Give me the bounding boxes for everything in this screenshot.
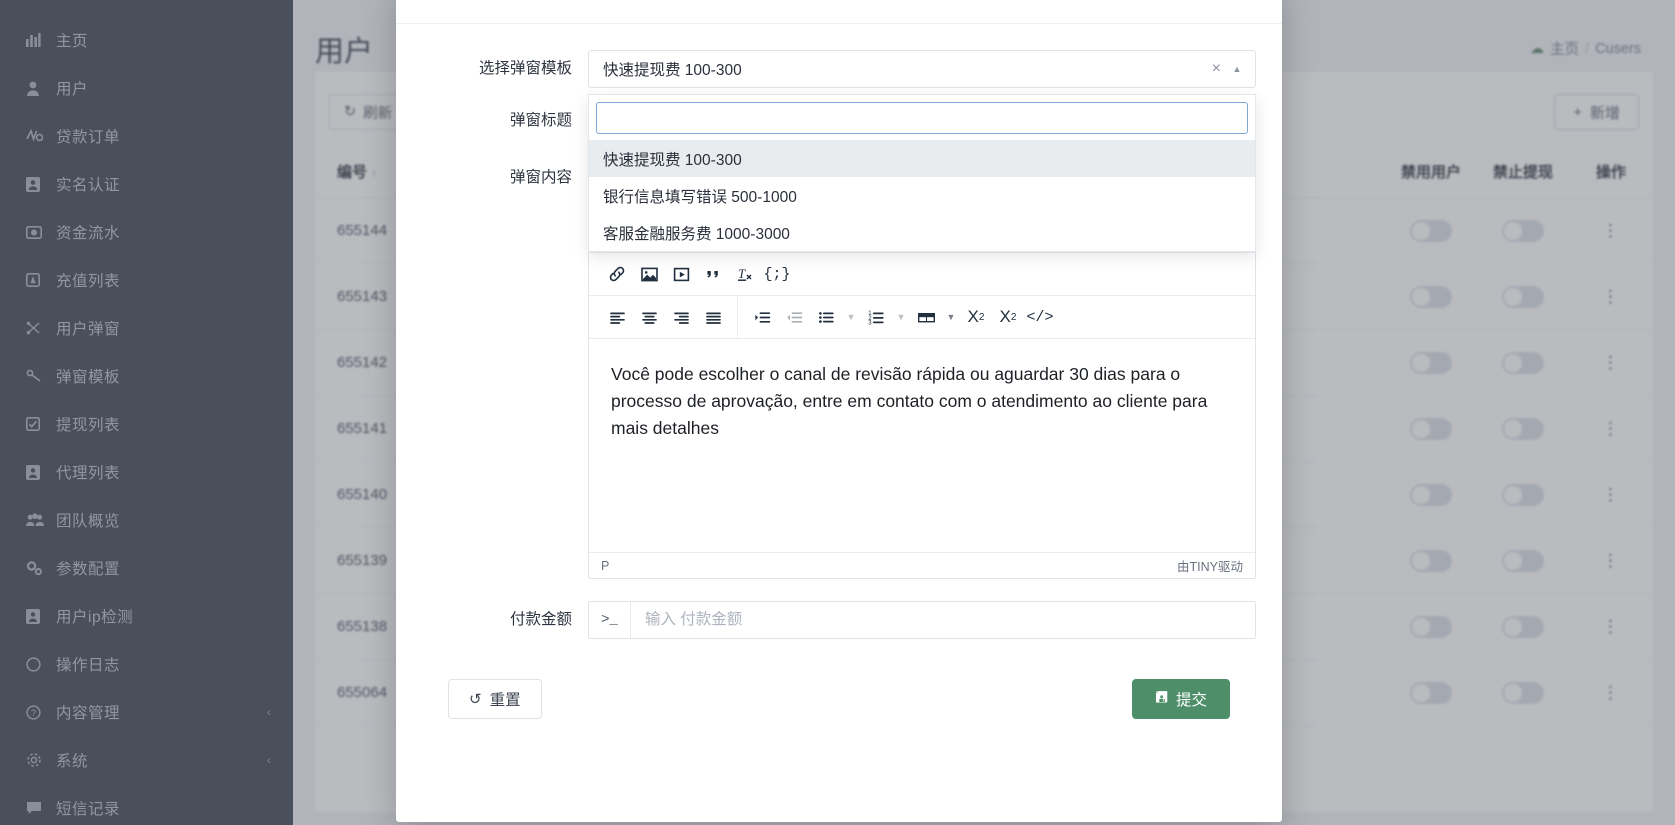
template-search-input[interactable] — [596, 102, 1248, 134]
submit-button[interactable]: 🖪 提交 — [1132, 679, 1230, 719]
insert-media-button[interactable] — [665, 259, 697, 289]
modal-body: 选择弹窗模板 快速提现费 100-300 × ▲ 快速提现费 100-300 银行… — [396, 24, 1282, 719]
submit-label: 提交 — [1175, 692, 1207, 709]
outdent-button[interactable] — [778, 302, 810, 332]
field-row-template: 选择弹窗模板 快速提现费 100-300 × ▲ 快速提现费 100-300 银行… — [422, 50, 1256, 252]
numbered-list-button[interactable]: 123 — [860, 302, 892, 332]
table-button[interactable] — [910, 302, 942, 332]
svg-text:3: 3 — [868, 320, 872, 326]
indent-button[interactable] — [746, 302, 778, 332]
toolbar-row3-filler — [801, 253, 1251, 295]
app-root: 主页 用户 贷款订单 实名认证 资金流水 充值列表 用户弹窗 弹窗模板 提现列表… — [0, 0, 1675, 825]
svg-text:T: T — [738, 266, 746, 281]
source-code-button[interactable]: </> — [1024, 302, 1056, 332]
template-label: 选择弹窗模板 — [478, 60, 572, 77]
save-icon: 🖪 — [1155, 688, 1168, 706]
chevron-up-icon[interactable]: ▲ — [1229, 65, 1245, 74]
template-option[interactable]: 快速提现费 100-300 — [589, 140, 1255, 177]
list-indent-group: ▼ 123 ▼ ▼ X2 X2 </> — [738, 296, 1064, 338]
modal-footer: ↺ 重置 🖪 提交 — [422, 661, 1256, 719]
amount-input[interactable] — [631, 602, 1255, 638]
editor-element-path[interactable]: P — [601, 559, 609, 573]
amount-input-group: >_ — [588, 601, 1256, 639]
terminal-prompt-icon: >_ — [589, 602, 631, 638]
chevron-down-icon[interactable]: ▼ — [842, 302, 860, 332]
subscript-button[interactable]: X2 — [960, 302, 992, 332]
close-icon[interactable]: × — [1204, 60, 1229, 78]
reset-button[interactable]: ↺ 重置 — [448, 679, 542, 719]
align-left-button[interactable] — [601, 302, 633, 332]
insert-image-button[interactable] — [633, 259, 665, 289]
chevron-down-icon[interactable]: ▼ — [942, 302, 960, 332]
align-justify-button[interactable] — [697, 302, 729, 332]
template-select[interactable]: 快速提现费 100-300 × ▲ — [588, 50, 1256, 88]
template-option[interactable]: 银行信息填写错误 500-1000 — [589, 177, 1255, 214]
editor-status-bar: P 由TINY驱动 — [589, 553, 1255, 578]
editor-brand-label[interactable]: 由TINY驱动 — [1177, 556, 1243, 575]
amount-label: 付款金额 — [509, 611, 572, 628]
clear-formatting-button[interactable]: T — [729, 259, 761, 289]
template-option[interactable]: 客服金融服务费 1000-3000 — [589, 214, 1255, 251]
code-sample-button[interactable]: {;} — [761, 259, 793, 289]
modal-header: 编号：0000000000 — [396, 0, 1282, 24]
blockquote-button[interactable] — [697, 259, 729, 289]
alignment-group — [593, 296, 738, 338]
superscript-button[interactable]: X2 — [992, 302, 1024, 332]
template-select-value: 快速提现费 100-300 — [603, 62, 742, 79]
template-option-list: 快速提现费 100-300 银行信息填写错误 500-1000 客服金融服务费 10… — [589, 140, 1255, 251]
popup-send-dialog: 编号：0000000000 选择弹窗模板 快速提现费 100-300 × ▲ 快… — [396, 0, 1282, 822]
bullet-list-button[interactable] — [810, 302, 842, 332]
popup-content-label: 弹窗内容 — [509, 169, 572, 186]
chevron-down-icon[interactable]: ▼ — [892, 302, 910, 332]
undo-circle-icon: ↺ — [469, 691, 482, 708]
popup-title-label: 弹窗标题 — [509, 112, 572, 129]
insert-group: T {;} — [593, 253, 801, 295]
insert-link-button[interactable] — [601, 259, 633, 289]
template-select-dropdown: 快速提现费 100-300 银行信息填写错误 500-1000 客服金融服务费 10… — [588, 94, 1256, 252]
editor-toolbar-row-3: T {;} — [589, 253, 1255, 296]
editor-content[interactable]: Você pode escolher o canal de revisão rá… — [589, 339, 1255, 553]
align-center-button[interactable] — [633, 302, 665, 332]
reset-label: 重置 — [489, 692, 521, 709]
editor-toolbar-row-4: ▼ 123 ▼ ▼ X2 X2 </> — [589, 296, 1255, 339]
field-row-amount: 付款金额 >_ — [422, 601, 1256, 639]
align-right-button[interactable] — [665, 302, 697, 332]
